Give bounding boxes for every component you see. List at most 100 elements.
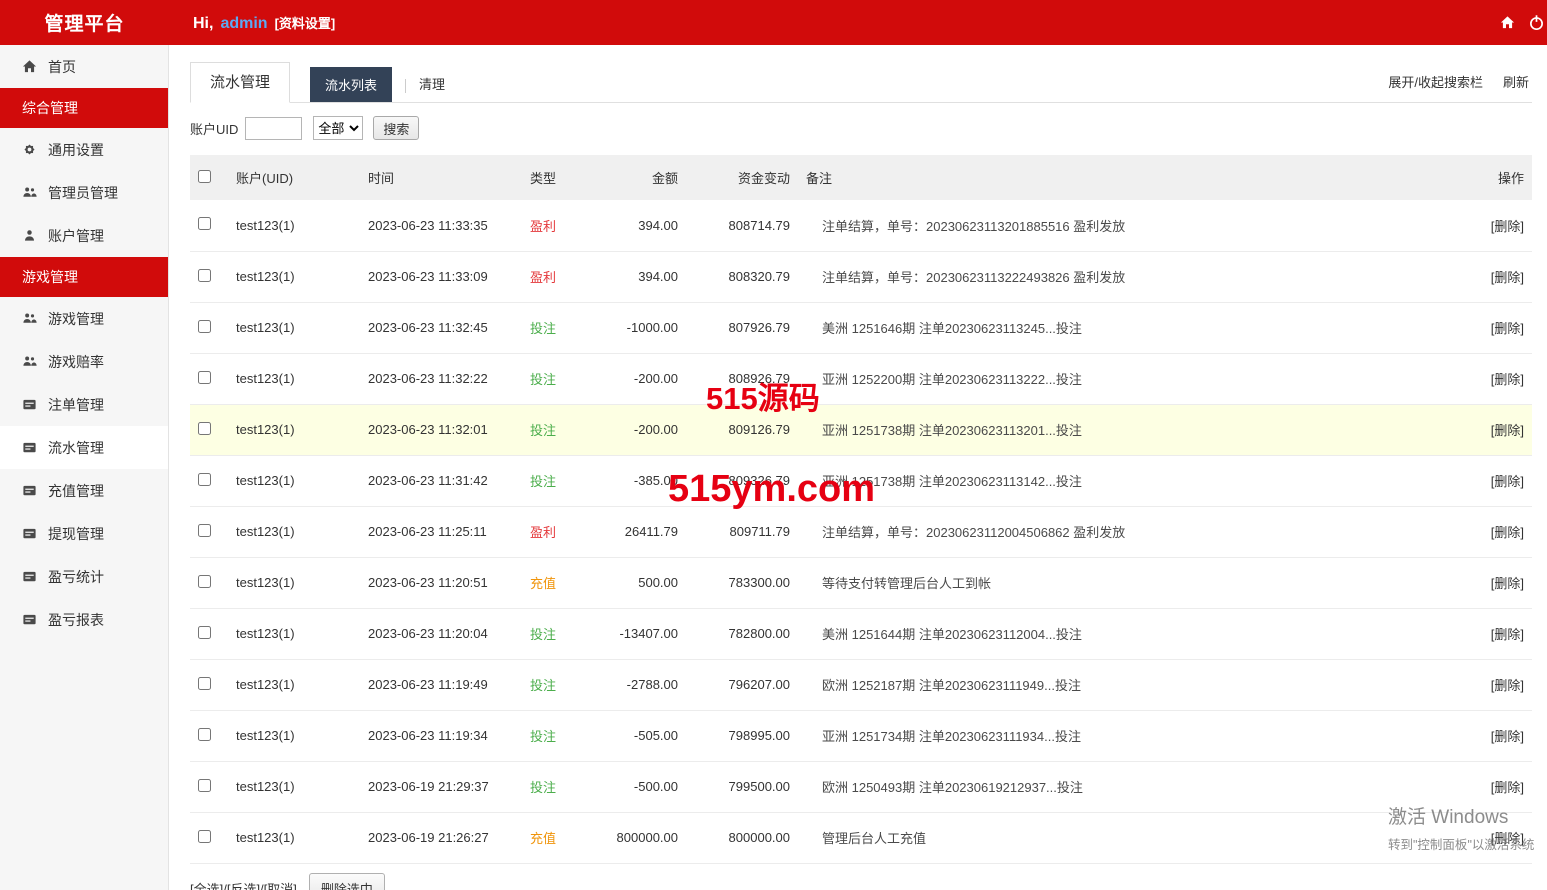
row-checkbox[interactable] <box>198 728 211 741</box>
cell-amount: -200.00 <box>582 404 686 455</box>
cell-amount: -200.00 <box>582 353 686 404</box>
delete-link[interactable]: [删除] <box>1491 474 1524 489</box>
table-row: test123(1)2023-06-23 11:32:01投注-200.0080… <box>190 404 1532 455</box>
row-checkbox[interactable] <box>198 269 211 282</box>
row-checkbox[interactable] <box>198 677 211 690</box>
sidebar-item-profit-report[interactable]: 盈亏报表 <box>0 598 168 641</box>
power-icon[interactable] <box>1528 14 1545 31</box>
delete-link[interactable]: [删除] <box>1491 321 1524 336</box>
sidebar-item-order-management[interactable]: 注单管理 <box>0 383 168 426</box>
sidebar-item-label: 首页 <box>48 57 76 77</box>
cell-type: 盈利 <box>522 251 582 302</box>
row-checkbox[interactable] <box>198 830 211 843</box>
cell-uid: test123(1) <box>228 200 360 251</box>
type-select[interactable]: 全部 <box>313 116 363 140</box>
cell-uid: test123(1) <box>228 659 360 710</box>
delete-link[interactable]: [删除] <box>1491 831 1524 846</box>
sidebar-item-profit-stats[interactable]: 盈亏统计 <box>0 555 168 598</box>
row-checkbox[interactable] <box>198 779 211 792</box>
row-checkbox[interactable] <box>198 217 211 230</box>
cell-uid: test123(1) <box>228 353 360 404</box>
sidebar-menu: 首页综合管理通用设置管理员管理账户管理游戏管理游戏管理游戏赔率注单管理流水管理充… <box>0 45 168 641</box>
cell-amount: -13407.00 <box>582 608 686 659</box>
tabs-bar: 流水管理 流水列表 清理 展开/收起搜索栏 刷新 <box>190 62 1532 103</box>
cell-balance: 808320.79 <box>686 251 798 302</box>
sidebar-item-account-management[interactable]: 账户管理 <box>0 214 168 257</box>
sidebar-item-label: 游戏赔率 <box>48 352 104 372</box>
sidebar-item-withdraw-management[interactable]: 提现管理 <box>0 512 168 555</box>
select-all-checkbox[interactable] <box>198 170 211 183</box>
delete-link[interactable]: [删除] <box>1491 423 1524 438</box>
sidebar-item-admin-management[interactable]: 管理员管理 <box>0 171 168 214</box>
row-checkbox[interactable] <box>198 473 211 486</box>
table-footer: [全选]/[反选]/[取消] 删除选中 <box>190 864 1532 890</box>
cell-balance: 808714.79 <box>686 200 798 251</box>
cell-type: 投注 <box>522 353 582 404</box>
greeting-prefix: Hi, <box>193 15 213 33</box>
cell-balance: 796207.00 <box>686 659 798 710</box>
sidebar-item-game-management[interactable]: 游戏管理 <box>0 297 168 340</box>
cell-note: 亚洲 1251734期 注单20230623111934...投注 <box>798 710 1457 761</box>
delete-selected-button[interactable]: 删除选中 <box>309 873 385 890</box>
flow-table: 账户(UID)时间类型金额资金变动备注操作 test123(1)2023-06-… <box>190 155 1532 864</box>
sidebar-item-label: 管理员管理 <box>48 183 118 203</box>
sidebar-item-home[interactable]: 首页 <box>0 45 168 88</box>
sidebar-item-label: 流水管理 <box>48 438 104 458</box>
row-checkbox[interactable] <box>198 320 211 333</box>
row-checkbox[interactable] <box>198 371 211 384</box>
row-checkbox[interactable] <box>198 422 211 435</box>
cell-uid: test123(1) <box>228 761 360 812</box>
delete-link[interactable]: [删除] <box>1491 525 1524 540</box>
select-toggle-links[interactable]: [全选]/[反选]/[取消] <box>190 879 297 890</box>
sidebar-section-game-management-section[interactable]: 游戏管理 <box>0 257 168 297</box>
cell-note: 等待支付转管理后台人工到帐 <box>798 557 1457 608</box>
delete-link[interactable]: [删除] <box>1491 678 1524 693</box>
delete-link[interactable]: [删除] <box>1491 780 1524 795</box>
cell-type: 充值 <box>522 812 582 863</box>
home-icon[interactable] <box>1500 15 1515 30</box>
delete-link[interactable]: [删除] <box>1491 270 1524 285</box>
table-row: test123(1)2023-06-19 21:26:27充值800000.00… <box>190 812 1532 863</box>
cell-note: 管理后台人工充值 <box>798 812 1457 863</box>
game-icon <box>22 311 37 326</box>
cell-time: 2023-06-23 11:20:51 <box>360 557 522 608</box>
sidebar-section-general-management[interactable]: 综合管理 <box>0 88 168 128</box>
sidebar-item-flow-management[interactable]: 流水管理 <box>0 426 168 469</box>
delete-link[interactable]: [删除] <box>1491 219 1524 234</box>
profile-settings-link[interactable]: [资料设置] <box>275 13 336 32</box>
table-row: test123(1)2023-06-23 11:20:51充值500.00783… <box>190 557 1532 608</box>
cell-note: 美洲 1251644期 注单20230623112004...投注 <box>798 608 1457 659</box>
cell-balance: 782800.00 <box>686 608 798 659</box>
cell-note: 美洲 1251646期 注单20230623113245...投注 <box>798 302 1457 353</box>
sidebar-item-general-settings[interactable]: 通用设置 <box>0 128 168 171</box>
sidebar-item-game-odds[interactable]: 游戏赔率 <box>0 340 168 383</box>
tab-clean[interactable]: 清理 <box>419 66 445 102</box>
row-checkbox[interactable] <box>198 626 211 639</box>
delete-link[interactable]: [删除] <box>1491 729 1524 744</box>
column-header: 类型 <box>522 155 582 200</box>
sidebar-item-label: 盈亏报表 <box>48 610 104 630</box>
page-title-tab[interactable]: 流水管理 <box>190 62 290 103</box>
cell-balance: 809126.79 <box>686 404 798 455</box>
cell-uid: test123(1) <box>228 455 360 506</box>
cell-balance: 808926.79 <box>686 353 798 404</box>
sidebar-item-recharge-management[interactable]: 充值管理 <box>0 469 168 512</box>
cell-time: 2023-06-23 11:32:01 <box>360 404 522 455</box>
cell-time: 2023-06-23 11:20:04 <box>360 608 522 659</box>
refresh-link[interactable]: 刷新 <box>1503 72 1529 91</box>
tab-flow-list[interactable]: 流水列表 <box>310 67 392 102</box>
search-button[interactable]: 搜索 <box>373 116 419 140</box>
delete-link[interactable]: [删除] <box>1491 372 1524 387</box>
cell-note: 亚洲 1251738期 注单20230623113142...投注 <box>798 455 1457 506</box>
uid-input[interactable] <box>245 117 302 140</box>
toggle-search-link[interactable]: 展开/收起搜索栏 <box>1388 72 1483 91</box>
cell-amount: -385.00 <box>582 455 686 506</box>
row-checkbox[interactable] <box>198 524 211 537</box>
row-checkbox[interactable] <box>198 575 211 588</box>
home-icon <box>22 59 37 74</box>
card-icon <box>22 526 37 541</box>
cell-type: 盈利 <box>522 200 582 251</box>
table-row: test123(1)2023-06-23 11:32:45投注-1000.008… <box>190 302 1532 353</box>
delete-link[interactable]: [删除] <box>1491 627 1524 642</box>
delete-link[interactable]: [删除] <box>1491 576 1524 591</box>
